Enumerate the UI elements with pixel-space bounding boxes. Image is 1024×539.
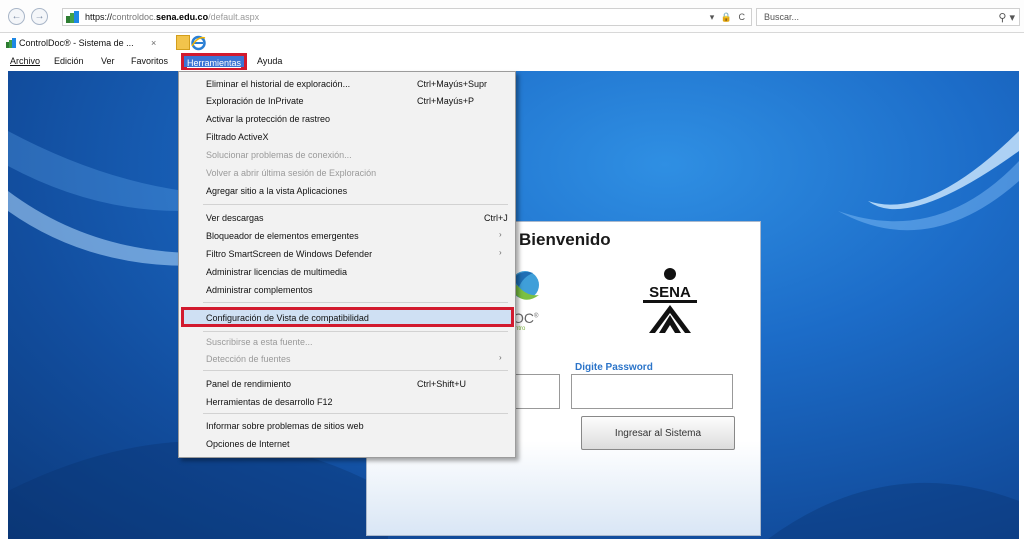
page-title: Bienvenido (519, 230, 611, 249)
submenu-arrow-icon: › (499, 230, 502, 239)
new-tab-icon[interactable] (176, 35, 190, 50)
menu-item-proteccion-rastreo[interactable]: Activar la protección de rastreo (179, 111, 515, 127)
menu-bar: Archivo Edición Ver Favoritos Herramient… (0, 53, 1024, 71)
menu-herramientas[interactable]: Herramientas (181, 53, 248, 70)
url-text: https://controldoc.sena.edu.co/default.a… (85, 12, 260, 22)
tab-bar: ControlDoc® - Sistema de ... × (0, 33, 1024, 53)
menu-item-ver-descargas[interactable]: Ver descargas Ctrl+J (179, 210, 515, 226)
menu-item-complementos[interactable]: Administrar complementos (179, 282, 515, 298)
menu-item-opciones-internet[interactable]: Opciones de Internet (179, 436, 515, 452)
menu-item-herramientas-desarrollo[interactable]: Herramientas de desarrollo F12 (179, 394, 515, 410)
menu-archivo[interactable]: Archivo (10, 56, 40, 66)
login-button[interactable]: Ingresar al Sistema (581, 416, 735, 450)
menu-separator (203, 204, 508, 205)
tools-dropdown-menu: Eliminar el historial de exploración... C… (178, 71, 516, 458)
password-field[interactable] (571, 374, 733, 409)
menu-separator (203, 331, 508, 332)
menu-item-informar-problemas[interactable]: Informar sobre problemas de sitios web (179, 418, 515, 434)
lock-refresh-icons[interactable]: ▾ 🔒 C (710, 12, 747, 23)
menu-item-bloqueador-emergentes[interactable]: Bloqueador de elementos emergentes › (179, 228, 515, 244)
menu-separator (203, 370, 508, 371)
menu-item-panel-rendimiento[interactable]: Panel de rendimiento Ctrl+Shift+U (179, 376, 515, 392)
menu-item-reabrir-sesion: Volver a abrir última sesión de Explorac… (206, 168, 377, 178)
controldoc-subtitle: ntro (515, 326, 526, 332)
sena-text: SENA (649, 284, 691, 301)
search-input[interactable]: Buscar... ⚲ ▾ (756, 8, 1020, 26)
submenu-arrow-icon: › (499, 248, 502, 257)
forward-icon[interactable]: → (31, 8, 48, 25)
menu-edicion[interactable]: Edición (54, 56, 84, 66)
controldoc-text: OC® (513, 310, 539, 326)
menu-item-smartscreen[interactable]: Filtro SmartScreen de Windows Defender › (179, 246, 515, 262)
menu-favoritos[interactable]: Favoritos (131, 56, 168, 66)
menu-item-licencias-multimedia[interactable]: Administrar licencias de multimedia (179, 264, 515, 280)
ie-icon[interactable] (190, 34, 207, 51)
site-favicon (6, 38, 16, 48)
password-label: Digite Password (575, 362, 653, 373)
menu-separator (203, 302, 508, 303)
back-icon[interactable]: ← (8, 8, 25, 25)
menu-item-inprivate[interactable]: Exploración de InPrivate Ctrl+Mayús+P (179, 93, 515, 109)
search-placeholder: Buscar... (764, 12, 800, 22)
menu-separator (203, 413, 508, 414)
search-icon[interactable]: ⚲ ▾ (998, 11, 1015, 24)
url-input[interactable]: https://controldoc.sena.edu.co/default.a… (62, 8, 752, 26)
menu-item-deteccion-fuentes: Detección de fuentes › (206, 353, 502, 364)
menu-item-eliminar-historial[interactable]: Eliminar el historial de exploración... C… (179, 76, 515, 92)
menu-item-suscribirse-fuente: Suscribirse a esta fuente... (206, 337, 313, 347)
address-bar: ← → https://controldoc.sena.edu.co/defau… (0, 0, 1024, 33)
menu-ayuda[interactable]: Ayuda (257, 56, 282, 66)
site-favicon (66, 11, 79, 23)
submenu-arrow-icon: › (499, 353, 502, 362)
close-icon[interactable]: × (151, 35, 156, 51)
menu-ver[interactable]: Ver (101, 56, 115, 66)
tab-controldoc[interactable]: ControlDoc® - Sistema de ... × (4, 35, 174, 52)
menu-item-vista-aplicaciones[interactable]: Agregar sitio a la vista Aplicaciones (179, 183, 515, 199)
menu-item-filtrado-activex[interactable]: Filtrado ActiveX (179, 129, 515, 145)
menu-item-vista-compatibilidad[interactable]: Configuración de Vista de compatibilidad (181, 307, 514, 327)
sena-logo: SENA (643, 268, 697, 333)
menu-item-solucionar-problemas: Solucionar problemas de conexión... (206, 150, 352, 160)
tab-title: ControlDoc® - Sistema de ... (19, 38, 134, 48)
